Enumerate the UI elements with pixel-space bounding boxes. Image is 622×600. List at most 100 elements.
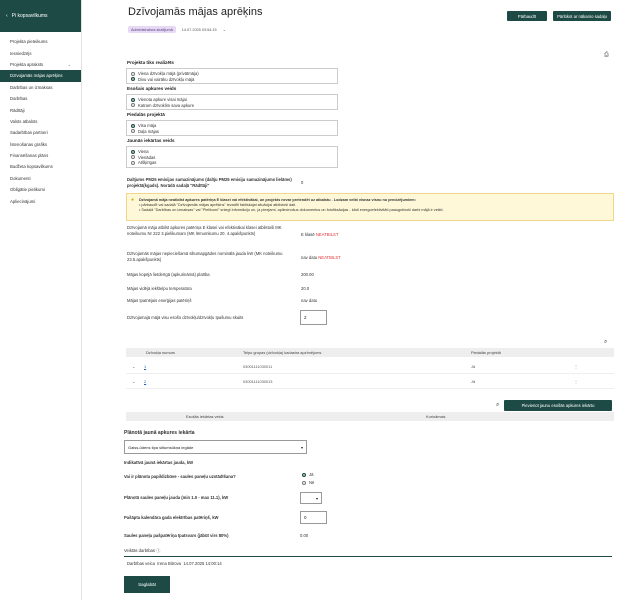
sidebar-item[interactable]: Obligātie pielikumi — [0, 184, 81, 195]
heatpower-value: nav datu NEATBILST — [301, 255, 341, 260]
info-icon: ⓘ — [156, 548, 161, 553]
eclass-value: E klasē NEATBILST — [301, 232, 339, 237]
table-row: ⌄ 1 03001111030011 Jā ⋮ — [126, 360, 614, 374]
unit-number-link[interactable]: 2 — [144, 379, 146, 384]
radio-individual-heating[interactable]: Katram dzīvoklim sava apkure — [127, 103, 337, 109]
sidebar-item[interactable]: Dzīvojamās mājas aprēķins — [0, 70, 81, 82]
warning-line-3: • Sadaļā "Darbības un izmaksas" vai "Pie… — [139, 208, 444, 212]
participates-value: Jā — [471, 379, 476, 384]
existing-heating-title: Esošais apkures veids — [127, 86, 177, 91]
radio-different[interactable]: Atšķirīgas — [127, 160, 337, 166]
page-title: Dzīvojamās mājas aprēķins — [128, 6, 263, 18]
radio-multi-dwelling[interactable]: Divu vai vairāku dzīvokļu mājā — [127, 77, 337, 83]
yearly-label: Pašāpta kalendāra gada elektrības patēri… — [124, 515, 219, 520]
yearly-input[interactable]: 0 — [300, 511, 327, 524]
power-label: Indikatīvā jaunā iekārtas jauda, kW — [124, 460, 194, 465]
warning-box: ● Dzīvojamā māja neatbilst apkures patēr… — [126, 193, 614, 221]
sidebar-item-label: Darbības — [10, 96, 28, 102]
back-to-summary-link[interactable]: ‹ Pi kopsavilkums — [0, 0, 81, 32]
heatpower-label: Dzīvojamās mājas nepieciešamā siltumapgā… — [127, 251, 283, 262]
sidebar-item[interactable]: Valsts atbalsts — [0, 116, 81, 127]
pm25-label: Dalījums PM25 emisijas samazinājums (dal… — [127, 177, 292, 188]
temp-value: 20.0 — [301, 286, 310, 291]
performed-by: Darbības veica Irena Bitrova 14.07.2025 … — [127, 561, 222, 566]
header-badges: Administratora skatījumā 14.07.2025 03:5… — [128, 26, 226, 33]
back-label: Pi kopsavilkums — [11, 13, 48, 19]
performed-actions-label: Veiktās darbības ⓘ — [124, 548, 161, 553]
sidebar-item[interactable]: Iesniedzējs — [0, 47, 81, 58]
check-button[interactable]: Pārbaudīt — [507, 11, 547, 21]
sidebar-item-label: Valsts atbalsts — [10, 118, 38, 124]
energy-value: nav datu — [301, 298, 318, 303]
print-icon[interactable]: ⎙ — [604, 52, 609, 59]
temp-label: Mājas vidējā iekštelpu temperatūra — [127, 286, 192, 291]
existing-heating-group: Vienota apkure visai mājai Katram dzīvok… — [126, 94, 338, 110]
add-existing-device-button[interactable]: Pievienot jaunu esošās apkures iekārtu — [504, 400, 612, 411]
sidebar-item-label: Rādītāji — [10, 107, 25, 113]
planned-title: Plānotā jaunā apkures iekārta — [124, 430, 195, 436]
th-device-type: Esošās iekārtas veids — [186, 414, 224, 419]
project-realization-title: Projekta tiks realizēts — [127, 60, 174, 65]
unit-number-link[interactable]: 1 — [144, 364, 146, 369]
sidebar-item-label: Budžeta kopsavilkums — [10, 164, 53, 170]
sidebar-item[interactable]: Īstenošanas grafiks — [0, 139, 81, 150]
save-button[interactable]: Saglabāt — [124, 576, 170, 593]
sidebar-item-label: Sadarbības partneri — [10, 130, 48, 136]
sidebar-item-label: Projekta apraksts — [10, 61, 44, 67]
sidebar-item-label: Apliecinājumi — [10, 198, 36, 204]
chevron-down-icon[interactable]: ⌄ — [132, 364, 135, 369]
table-units-header: Dzīvokļa numurs Telpu grupas (dzīvokļa) … — [126, 348, 614, 357]
new-device-type-group: Viena Vienādas Atšķirīgas — [126, 146, 338, 168]
divider — [124, 556, 612, 557]
sidebar-item[interactable]: Darbības — [0, 93, 81, 104]
more-icon[interactable]: ⋮ — [574, 379, 578, 384]
new-device-type-title: Jaunās iekārtas veids — [127, 138, 175, 143]
sidebar-item[interactable]: Darbības un izmaksas — [0, 82, 81, 93]
planned-device-value: Gaiss-ūdens tipa siltumsūkņa iegāde — [128, 444, 194, 450]
search-icon[interactable]: ⌕ — [604, 339, 607, 346]
sidebar-item[interactable]: Apliecinājumi — [0, 195, 81, 206]
sidebar-item[interactable]: Rādītāji — [0, 104, 81, 115]
cadastre-value: 03001111030013 — [243, 379, 273, 384]
self-consumption-label: Saules paneļu pašpatēriņa īpatsvars (jāb… — [124, 533, 229, 538]
sidebar-item[interactable]: Projekta pieteikums — [0, 36, 81, 47]
planned-device-select[interactable]: Gaiss-ūdens tipa siltumsūkņa iegāde ▾ — [124, 440, 307, 454]
sidebar-item-label: Dzīvojamās mājas aprēķins — [10, 73, 63, 79]
sidebar-item[interactable]: Projekta apraksts ⌄ — [0, 59, 81, 70]
chevron-down-icon[interactable]: ⌄ — [223, 27, 226, 32]
chevron-left-icon: ‹ — [6, 13, 8, 19]
chevron-down-icon[interactable]: ⌄ — [132, 379, 135, 384]
table-row: ⌄ 2 03001111030013 Jā ⋮ — [126, 375, 614, 389]
participates-title: Piedalās projektā — [127, 112, 165, 117]
sidebar: ‹ Pi kopsavilkums Projekta pieteikums Ies… — [0, 0, 82, 600]
participates-value: Jā — [471, 364, 476, 369]
solar-power-select[interactable]: ▾ — [300, 492, 322, 504]
self-consumption-value: 0.00 — [300, 533, 309, 538]
sidebar-item[interactable]: Sadarbības partneri — [0, 127, 81, 138]
radio-part-house[interactable]: Daļa mājas — [127, 129, 337, 135]
chevron-down-icon: ▾ — [315, 495, 318, 501]
chevron-down-icon: ▾ — [300, 444, 303, 450]
sidebar-item[interactable]: Finansēšanas plāns — [0, 150, 81, 161]
solar-question: Vai ir plānota papildizbūve - saules pan… — [124, 474, 236, 479]
more-icon[interactable]: ⋮ — [574, 364, 578, 369]
cadastre-value: 03001111030011 — [243, 364, 273, 369]
th-cadastre: Telpu grupas (dzīvokļa) kadastra apzīmēj… — [243, 350, 322, 355]
th-fuel: Kurināmais — [426, 414, 446, 419]
table-devices-header: Esošās iekārtas veids Kurināmais — [126, 412, 614, 421]
next-section-button[interactable]: Pārlūkot ar nākamo sadaļu — [553, 11, 611, 21]
header-date: 14.07.2025 03:54:15 — [181, 27, 217, 32]
sidebar-item[interactable]: Budžeta kopsavilkums — [0, 161, 81, 172]
sidebar-item-label: Finansēšanas plāns — [10, 153, 49, 159]
sidebar-item-label: Darbības un izmaksas — [10, 84, 53, 90]
sidebar-item-label: Dokumenti — [10, 175, 31, 181]
sidebar-item-label: Obligātie pielikumi — [10, 187, 45, 193]
radio-yes[interactable]: Jā — [298, 472, 313, 478]
search-icon[interactable]: ⌕ — [496, 402, 499, 409]
radio-no[interactable]: Nē — [298, 480, 314, 486]
units-input[interactable]: 2 — [300, 310, 327, 325]
warning-icon: ● — [131, 197, 135, 203]
sidebar-item-label: Iesniedzējs — [10, 50, 32, 56]
solar-power-label: Plānotā saules paneļu jauda (min 1.0 - m… — [124, 495, 229, 500]
sidebar-item[interactable]: Dokumenti — [0, 173, 81, 184]
